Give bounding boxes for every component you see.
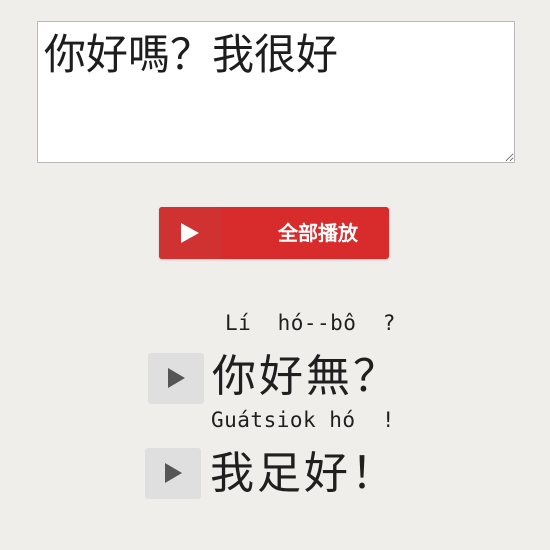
text-input[interactable]: 你好嗎？我很好 bbox=[37, 21, 515, 163]
play-all-icon-area bbox=[159, 207, 221, 259]
play-icon bbox=[165, 463, 182, 483]
sentence-1-romanization: Lí hó--bô ? bbox=[225, 311, 396, 335]
sentence-1-play-button[interactable] bbox=[148, 353, 204, 404]
sentence-1-characters: 你好無？ bbox=[212, 351, 400, 402]
sentence-2-characters: 我足好！ bbox=[210, 448, 398, 499]
sentence-2-play-button[interactable] bbox=[145, 448, 201, 499]
play-all-button[interactable]: 全部播放 bbox=[159, 207, 389, 259]
play-all-label: 全部播放 bbox=[278, 221, 358, 245]
play-icon bbox=[181, 223, 199, 243]
play-icon bbox=[168, 368, 185, 388]
sentence-2-romanization: Guátsiok hó ! bbox=[211, 408, 396, 432]
